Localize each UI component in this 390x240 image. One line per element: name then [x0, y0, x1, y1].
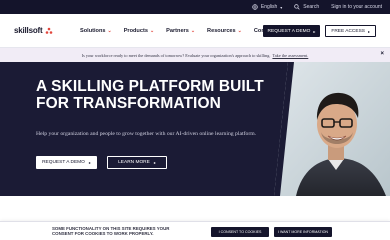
logo-wordmark: skillsoft: [14, 26, 43, 35]
nav-buttons: REQUEST A DEMO ▸ FREE ACCESS ▸: [262, 25, 376, 37]
arrow-right-icon: ▸: [88, 160, 91, 165]
hero-subtitle: Help your organization and people to gro…: [36, 131, 257, 137]
nav-item-resources[interactable]: Resources ⌄: [207, 28, 242, 34]
announcement-banner: Is your workforce ready to meet the dema…: [0, 48, 390, 62]
logo-mark-icon: [46, 27, 53, 34]
nav-item-label: Products: [123, 27, 148, 34]
more-information-button[interactable]: I WANT MORE INFORMATION: [274, 227, 332, 237]
hero-photo-smiling-man: [274, 62, 390, 196]
hero-request-demo-label: REQUEST A DEMO: [42, 160, 85, 165]
consent-cookies-button[interactable]: I CONSENT TO COOKIES: [211, 227, 269, 237]
hero-section: A SKILLING PLATFORM BUILT FOR TRANSFORMA…: [0, 62, 390, 196]
signin-link[interactable]: Sign in to your account: [331, 4, 382, 10]
hero-request-demo-button[interactable]: REQUEST A DEMO ▸: [36, 156, 97, 169]
content-below-hero: [0, 196, 390, 221]
cookie-consent-bar: SOME FUNCTIONALITY ON THIS SITE REQUIRES…: [0, 221, 390, 240]
cookie-text: SOME FUNCTIONALITY ON THIS SITE REQUIRES…: [52, 225, 170, 236]
close-icon[interactable]: ×: [380, 51, 384, 57]
signin-label: Sign in to your account: [331, 4, 382, 10]
language-selector[interactable]: English ▾: [252, 4, 282, 10]
chevron-down-icon: ⌄: [149, 27, 155, 34]
skillsoft-logo[interactable]: skillsoft: [14, 26, 62, 36]
search-label: Search: [303, 4, 320, 10]
nav-menu: Solutions ⌄ Products ⌄ Partners ⌄ Resources…: [80, 28, 286, 34]
nav-item-solutions[interactable]: Solutions ⌄: [80, 28, 112, 34]
chevron-down-icon: ⌄: [107, 27, 112, 34]
chevron-down-icon: ⌄: [237, 27, 242, 34]
arrow-right-icon: ▸: [367, 28, 370, 34]
search-link[interactable]: Search: [294, 4, 319, 10]
hero-title: A SKILLING PLATFORM BUILT FOR TRANSFORMA…: [36, 78, 264, 112]
chevron-down-icon: ▾: [280, 4, 283, 10]
request-demo-button[interactable]: REQUEST A DEMO ▸: [262, 25, 321, 37]
learn-more-label: LEARN MORE: [118, 160, 150, 165]
nav-item-label: Partners: [166, 27, 189, 34]
utility-bar: English ▾ Search Sign in to your account: [0, 0, 390, 14]
hero-buttons: REQUEST A DEMO ▸ LEARN MORE ▸: [36, 156, 167, 169]
free-access-label: FREE ACCESS: [331, 28, 365, 34]
nav-item-products[interactable]: Products ⌄: [124, 28, 154, 34]
free-access-button[interactable]: FREE ACCESS ▸: [325, 25, 376, 37]
page: English ▾ Search Sign in to your account…: [0, 0, 390, 240]
nav-item-partners[interactable]: Partners ⌄: [166, 28, 195, 34]
learn-more-button[interactable]: LEARN MORE ▸: [107, 156, 167, 169]
globe-icon: [252, 4, 258, 10]
assessment-link[interactable]: Take the assessment.: [272, 53, 308, 58]
main-nav: skillsoft Solutions ⌄ Products ⌄ Partners ⌄…: [0, 14, 390, 48]
chevron-down-icon: ⌄: [190, 27, 196, 34]
search-icon: [294, 4, 300, 10]
nav-item-label: Resources: [207, 27, 236, 34]
nav-item-label: Solutions: [80, 27, 106, 34]
arrow-right-icon: ▸: [313, 28, 316, 34]
request-demo-label: REQUEST A DEMO: [267, 28, 311, 34]
cookie-buttons: I CONSENT TO COOKIES I WANT MORE INFORMA…: [211, 227, 332, 237]
banner-text: Is your workforce ready to meet the dema…: [81, 52, 271, 58]
arrow-right-icon: ▸: [153, 160, 156, 165]
language-label: English: [260, 4, 278, 10]
